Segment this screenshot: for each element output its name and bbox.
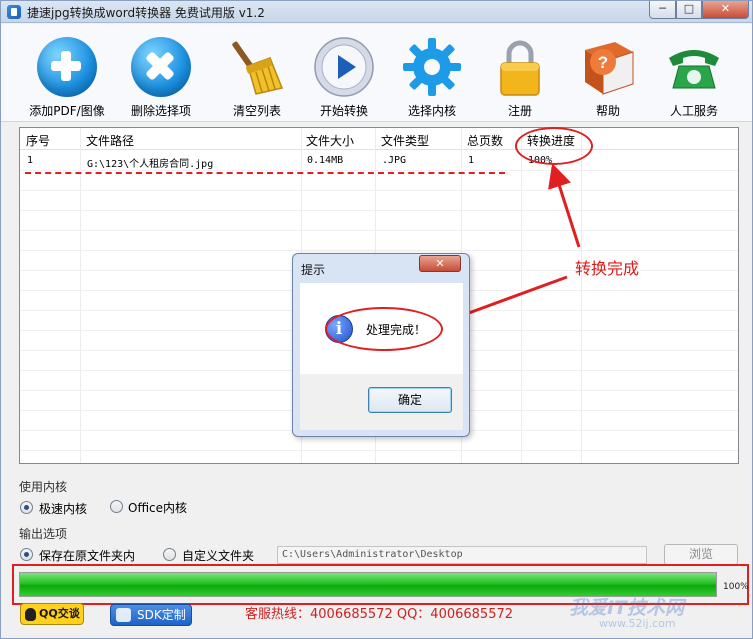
kernel-office-radio[interactable] (110, 500, 123, 513)
kernel-fast-radio[interactable] (20, 501, 33, 514)
watermark-url: www.52ij.com (599, 617, 676, 630)
kernel-office-label[interactable]: Office内核 (128, 499, 187, 516)
ok-button[interactable]: 确定 (368, 387, 452, 413)
dialog-close-button[interactable]: ✕ (419, 255, 461, 272)
kernel-section-label: 使用内核 (19, 480, 68, 494)
qq-chat-button[interactable]: QQ交谈 (20, 603, 84, 625)
annotation-message-ellipse (325, 307, 443, 351)
custom-folder-label[interactable]: 自定义文件夹 (182, 547, 254, 564)
browse-button[interactable]: 浏览 (664, 544, 738, 565)
output-section-label: 输出选项 (19, 527, 68, 541)
service-hotline: 客服热线：4006685572 QQ：4006685572 (245, 607, 514, 622)
annotation-label: 转换完成 (575, 259, 640, 278)
dialog-title: 提示 (301, 263, 326, 277)
custom-folder-radio[interactable] (163, 548, 176, 561)
dialog-footer: 确定 (300, 374, 463, 430)
save-original-radio[interactable] (20, 548, 33, 561)
progress-percent: 100% (723, 582, 749, 592)
output-path-field[interactable]: C:\Users\Administrator\Desktop (277, 546, 647, 564)
kernel-fast-label[interactable]: 极速内核 (39, 500, 87, 517)
save-original-label[interactable]: 保存在原文件夹内 (39, 547, 135, 564)
watermark: 我爱IT技术网 (569, 597, 685, 619)
sdk-custom-button[interactable]: SDK定制 (110, 604, 192, 626)
app-window: 捷速jpg转换成word转换器 免费试用版 v1.2 ─ □ ✕ 添加PDF/图… (0, 0, 753, 639)
